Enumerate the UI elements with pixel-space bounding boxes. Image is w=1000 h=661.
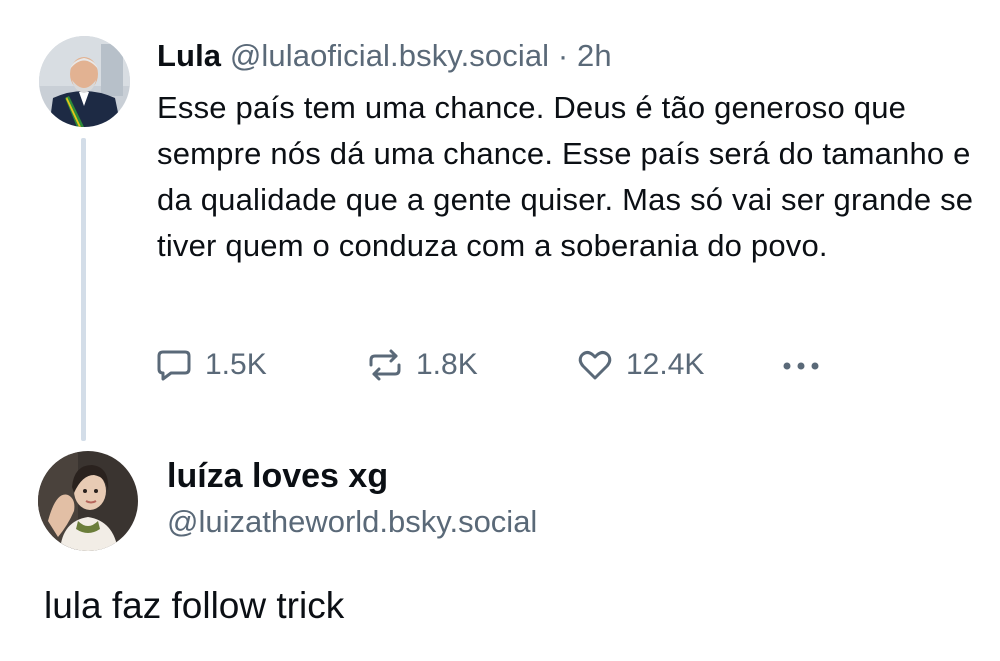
post-author-name[interactable]: Lula — [157, 38, 221, 73]
header-separator: · — [557, 38, 569, 73]
repost-button[interactable]: 1.8K — [366, 345, 478, 385]
reply-button[interactable]: 1.5K — [155, 345, 267, 385]
reply-author-name[interactable]: luíza loves xg — [167, 456, 388, 496]
post-timestamp[interactable]: 2h — [577, 38, 612, 73]
post-actions: 1.5K 1.8K 12.4K — [0, 345, 1000, 385]
more-options-button[interactable] — [779, 345, 835, 385]
repost-count: 1.8K — [416, 348, 478, 381]
luiza-avatar[interactable] — [38, 451, 138, 551]
post-text: Esse país tem uma chance. Deus é tão gen… — [157, 90, 974, 263]
lula-avatar[interactable] — [39, 36, 130, 127]
more-dots-icon — [783, 362, 819, 370]
post-header: Lula @lulaoficial.bsky.social · 2h — [157, 37, 612, 75]
heart-icon — [578, 351, 612, 380]
post-author-handle[interactable]: @lulaoficial.bsky.social — [230, 38, 549, 73]
reply-count: 1.5K — [205, 348, 267, 381]
like-count: 12.4K — [626, 348, 705, 381]
reply-text: lula faz follow trick — [44, 585, 345, 626]
like-button[interactable]: 12.4K — [576, 345, 704, 385]
reply-author-handle[interactable]: @luizatheworld.bsky.social — [167, 503, 537, 541]
repost-arrows-icon — [369, 349, 401, 381]
speech-bubble-icon — [157, 350, 191, 381]
thread-line — [81, 138, 86, 441]
